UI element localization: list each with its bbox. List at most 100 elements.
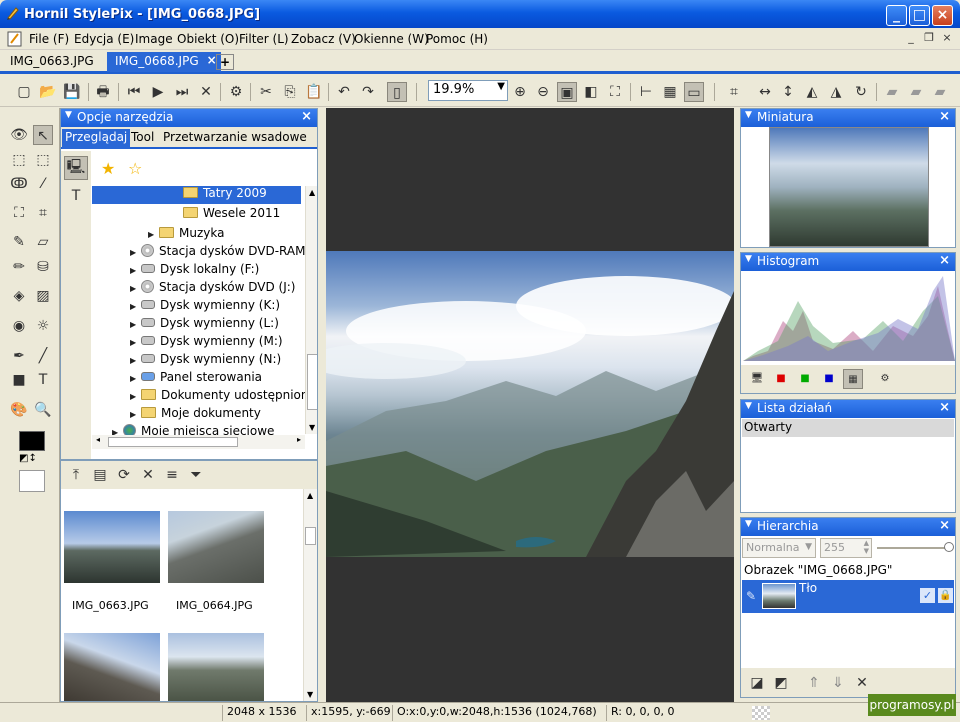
sort-icon[interactable]: ≡ <box>162 465 182 485</box>
scroll-up-icon[interactable]: ▲ <box>307 491 313 500</box>
tree-item[interactable]: ▶ Panel sterowania <box>130 370 262 388</box>
expand-arrow-icon[interactable]: ▶ <box>130 284 138 293</box>
zoom-in-icon[interactable]: ⊕ <box>510 82 530 102</box>
tree-item[interactable]: ▶ Dysk wymienny (M:) <box>130 334 283 352</box>
zoom-tool-icon[interactable]: 🔍 <box>33 400 53 420</box>
tab-tool[interactable]: Tool <box>128 129 157 149</box>
save-icon[interactable]: 💾 <box>62 82 82 102</box>
marquee-select-icon[interactable]: ⬚ <box>33 150 53 170</box>
tree-item[interactable]: Wesele 2011 <box>172 206 280 224</box>
clone-stamp-icon[interactable]: ⛁ <box>33 257 53 277</box>
thumbnail-image[interactable] <box>168 511 264 583</box>
lasso-icon[interactable]: ↂ <box>9 174 29 194</box>
close-image-icon[interactable]: ✕ <box>196 82 216 102</box>
menu-file[interactable]: File (F) <box>29 32 69 46</box>
channel-rgb-monitor-icon[interactable]: ▦ <box>843 369 863 389</box>
brush-layer-icon[interactable]: ✎ <box>746 589 756 603</box>
guides-icon[interactable]: ▭ <box>684 82 704 102</box>
delete-layer-icon[interactable]: ✕ <box>852 673 872 693</box>
pencil-icon[interactable]: ✏ <box>9 257 29 277</box>
rotate-right-icon[interactable]: ◮ <box>826 82 846 102</box>
refresh-icon[interactable]: ⟳ <box>114 465 134 485</box>
copy-icon[interactable]: ⎘ <box>280 82 300 102</box>
previous-image-icon[interactable]: ▶ <box>148 82 168 102</box>
thumbnail-scrollbar[interactable]: ▲ ▼ <box>303 489 317 701</box>
rotate-left-icon[interactable]: ◭ <box>802 82 822 102</box>
shape-icon[interactable]: ■ <box>9 370 29 390</box>
pointer-tool-icon[interactable]: ↖ <box>33 125 53 145</box>
tree-item[interactable]: ▶ Dokumenty udostępnione <box>130 388 305 406</box>
menu-edycja[interactable]: Edycja (E) <box>74 32 134 46</box>
histogram-settings-icon[interactable]: ⚙ <box>875 369 895 389</box>
mdi-restore-button[interactable]: ❐ <box>921 31 937 46</box>
channel-red-monitor-icon[interactable]: ■ <box>771 369 791 389</box>
visibility-check-icon[interactable]: ✓ <box>920 588 935 603</box>
add-favorite-star-icon[interactable]: ☆ <box>128 159 142 178</box>
new-file-icon[interactable]: ▢ <box>14 82 34 102</box>
transform-icon[interactable]: ⛶ <box>9 203 29 223</box>
history-item[interactable]: Otwarty <box>742 419 954 437</box>
thumbnail-image[interactable] <box>64 633 160 701</box>
expand-arrow-icon[interactable]: ▶ <box>148 230 156 239</box>
open-folder-icon[interactable]: 📂 <box>38 82 58 102</box>
close-panel-icon[interactable]: × <box>301 109 312 124</box>
flip-horizontal-icon[interactable]: ↔ <box>755 82 775 102</box>
tab-img-0663[interactable]: IMG_0663.JPG <box>2 52 102 72</box>
close-panel-icon[interactable]: × <box>939 253 950 268</box>
scroll-left-icon[interactable]: ◂ <box>96 435 100 444</box>
fit-window-icon[interactable]: ▣ <box>557 82 577 102</box>
expand-arrow-icon[interactable]: ▶ <box>130 410 138 419</box>
menu-obiekt[interactable]: Obiekt (O) <box>177 32 239 46</box>
menu-image[interactable]: Image <box>135 32 173 46</box>
fullscreen-icon[interactable]: ⛶ <box>605 82 625 102</box>
eye-view-icon[interactable]: 👁 <box>9 125 29 145</box>
scroll-thumb[interactable] <box>108 437 238 447</box>
eraser-icon[interactable]: ▱ <box>33 232 53 252</box>
opacity-slider-track[interactable] <box>877 547 951 549</box>
mdi-minimize-button[interactable]: _ <box>903 31 919 46</box>
mdi-close-button[interactable]: × <box>939 31 955 46</box>
print-icon[interactable]: 🖶 <box>93 82 113 102</box>
arrange-front-icon[interactable]: ▰ <box>930 82 950 102</box>
scroll-thumb[interactable] <box>305 527 316 545</box>
sun-brightness-icon[interactable]: ☼ <box>33 316 53 336</box>
favorite-star-icon[interactable]: ★ <box>101 159 115 178</box>
maximize-button[interactable]: □ <box>909 5 930 26</box>
color-picker-icon[interactable]: 🎨 <box>9 400 29 420</box>
zoom-out-icon[interactable]: ⊖ <box>533 82 553 102</box>
crop-icon[interactable]: ⌗ <box>724 82 744 102</box>
collapse-icon[interactable]: ▼ <box>745 110 752 120</box>
eyedropper-icon[interactable]: ⁄ <box>33 174 53 194</box>
tree-item[interactable]: ▶ Dysk lokalny (F:) <box>130 262 259 280</box>
next-image-icon[interactable]: ⏭ <box>172 82 192 102</box>
swap-colors-icon[interactable]: ◩↕ <box>19 453 37 464</box>
text-mode-icon[interactable]: T <box>66 186 86 206</box>
tree-item[interactable]: ▶ Dysk wymienny (N:) <box>130 352 281 370</box>
menu-filter[interactable]: Filter (L) <box>239 32 289 46</box>
opacity-spinner[interactable]: 255 ▲ ▼ <box>820 538 872 558</box>
first-image-icon[interactable]: ⏮ <box>124 82 144 102</box>
expand-arrow-icon[interactable]: ▶ <box>130 356 138 365</box>
rect-select-icon[interactable]: ⬚ <box>9 150 29 170</box>
tab-przegladaj[interactable]: Przeglądaj <box>62 129 131 149</box>
channel-green-monitor-icon[interactable]: ■ <box>795 369 815 389</box>
zoom-select[interactable]: 19.9% ▼ <box>428 80 508 101</box>
scroll-up-icon[interactable]: ▲ <box>309 188 315 197</box>
redo-icon[interactable]: ↷ <box>358 82 378 102</box>
scroll-right-icon[interactable]: ▸ <box>297 435 301 444</box>
pen-icon[interactable]: ✒ <box>9 346 29 366</box>
close-panel-icon[interactable]: × <box>939 518 950 533</box>
collapse-icon[interactable]: ▼ <box>745 254 752 264</box>
fill-bucket-icon[interactable]: ◈ <box>9 286 29 306</box>
tree-item[interactable]: ▶ Moje dokumenty <box>130 406 261 424</box>
red-eye-icon[interactable]: ◉ <box>9 316 29 336</box>
brush-icon[interactable]: ✎ <box>9 232 29 252</box>
expand-arrow-icon[interactable]: ▶ <box>130 266 138 275</box>
move-layer-up-icon[interactable]: ⇑ <box>804 673 824 693</box>
tab-img-0668[interactable]: IMG_0668.JPG × <box>107 52 221 72</box>
layer-row[interactable]: ✎ Tło ✓ 🔒 <box>742 580 954 613</box>
ruler-icon[interactable]: ⊢ <box>636 82 656 102</box>
tree-item[interactable]: ▶ Muzyka <box>148 226 224 244</box>
grid-icon[interactable]: ▦ <box>660 82 680 102</box>
collapse-icon[interactable]: ▼ <box>745 519 752 529</box>
